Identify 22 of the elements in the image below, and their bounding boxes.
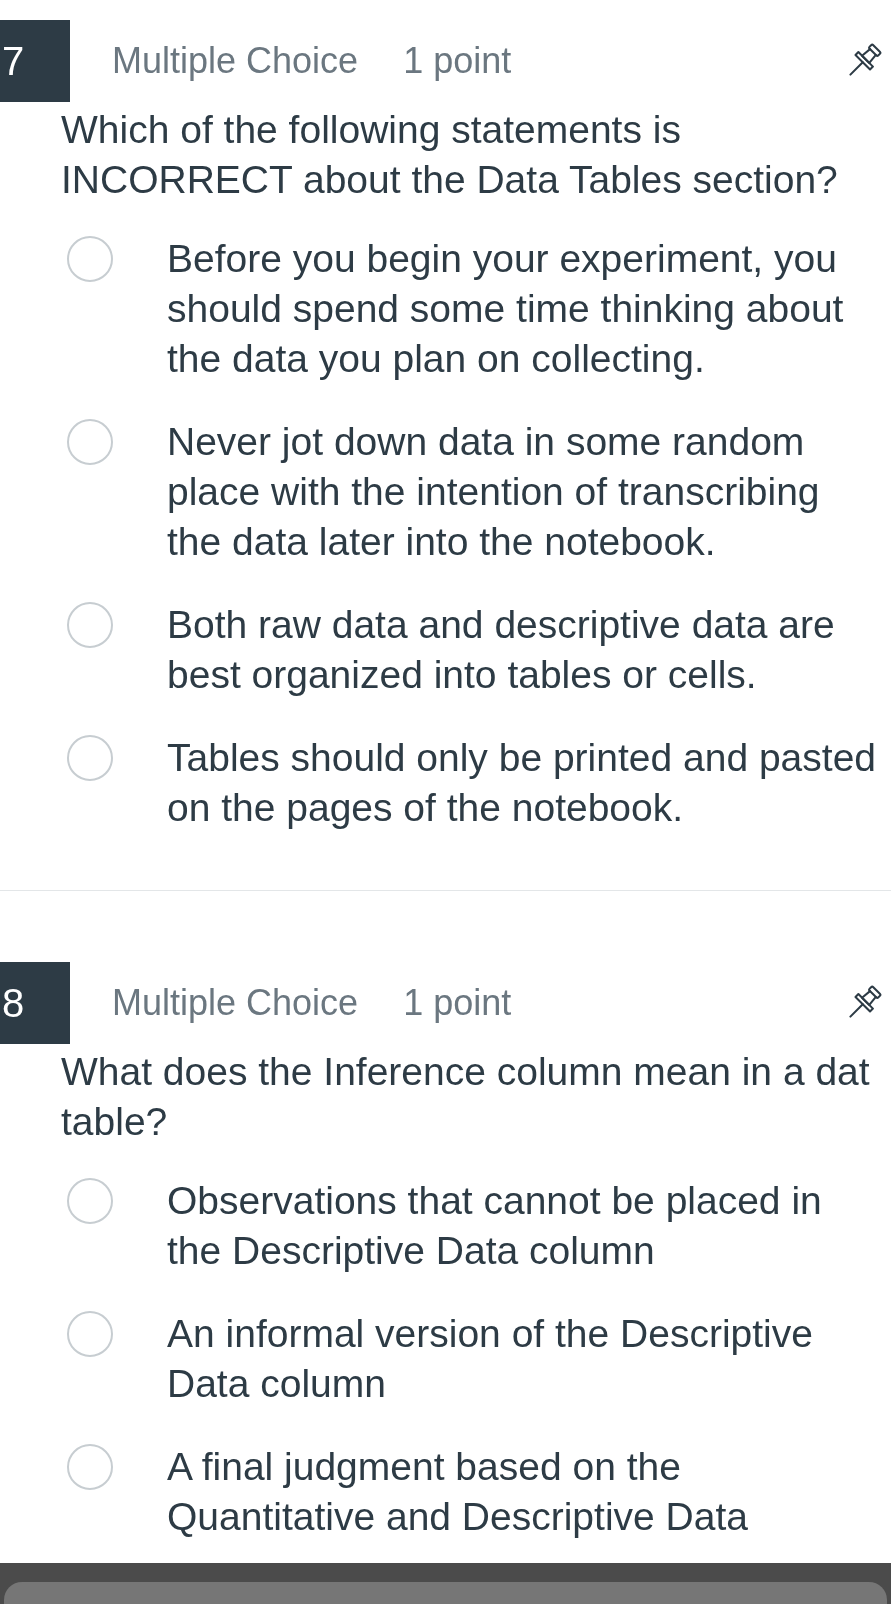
radio-button[interactable] [67,1311,113,1357]
question-type: Multiple Choice [112,981,359,1025]
radio-button[interactable] [67,735,113,781]
question-number-badge: 7 [0,20,70,102]
radio-button[interactable] [67,1444,113,1490]
question-type: Multiple Choice [112,39,359,83]
radio-button[interactable] [67,1178,113,1224]
answer-option-text[interactable]: An informal version of the Descriptive Data column [167,1309,883,1409]
answer-option-text[interactable]: A final judgment based on the Quantitative and Descriptive Data [167,1442,883,1542]
question-text: What does the Inference column mean in a dat table? [60,1049,871,1145]
question-number-badge: 8 [0,962,70,1044]
answer-option-text[interactable]: Never jot down data in some random place with the intention of transcribing the data later into the notebook. [167,417,883,567]
answer-option-text[interactable]: Tables should only be printed and pasted on the pages of the notebook. [167,733,883,833]
question-points: 1 point [403,39,512,83]
radio-button[interactable] [67,236,113,282]
question-text: Which of the following statements is INCORRECT about the Data Tables section? [60,107,839,203]
radio-button[interactable] [67,419,113,465]
radio-button[interactable] [67,602,113,648]
answer-option-text[interactable]: Both raw data and descriptive data are best organized into tables or cells. [167,600,883,700]
answer-option-text[interactable]: Before you begin your experiment, you should spend some time thinking about the data you plan on collecting. [167,234,883,384]
answer-option-text[interactable]: Observations that cannot be placed in the Descriptive Data column [167,1176,883,1276]
question-points: 1 point [403,981,512,1025]
